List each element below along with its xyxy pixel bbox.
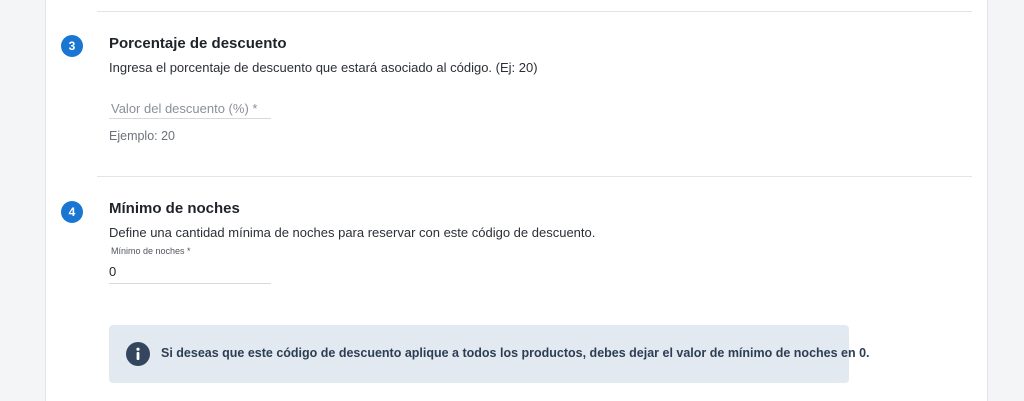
discount-helper-text: Ejemplo: 20	[109, 129, 176, 143]
section-title-min-nights: Mínimo de noches	[109, 200, 240, 217]
divider	[97, 176, 972, 177]
min-nights-input[interactable]	[109, 264, 271, 279]
info-alert-text: Si deseas que este código de descuento a…	[161, 346, 870, 360]
section-description-min-nights: Define una cantidad mínima de noches par…	[109, 225, 596, 240]
divider	[97, 11, 972, 12]
info-alert: Si deseas que este código de descuento a…	[109, 325, 870, 383]
discount-value-input[interactable]	[109, 101, 273, 116]
form-card: 3 Porcentaje de descuento Ingresa el por…	[45, 0, 988, 401]
min-nights-field	[109, 263, 271, 284]
info-icon	[126, 342, 150, 366]
section-title-discount: Porcentaje de descuento	[109, 35, 287, 52]
step-badge-4: 4	[61, 201, 83, 223]
discount-value-field	[109, 100, 273, 119]
section-description-discount: Ingresa el porcentaje de descuento que e…	[109, 60, 538, 75]
min-nights-label: Mínimo de noches *	[111, 246, 191, 256]
step-badge-3: 3	[61, 35, 83, 57]
